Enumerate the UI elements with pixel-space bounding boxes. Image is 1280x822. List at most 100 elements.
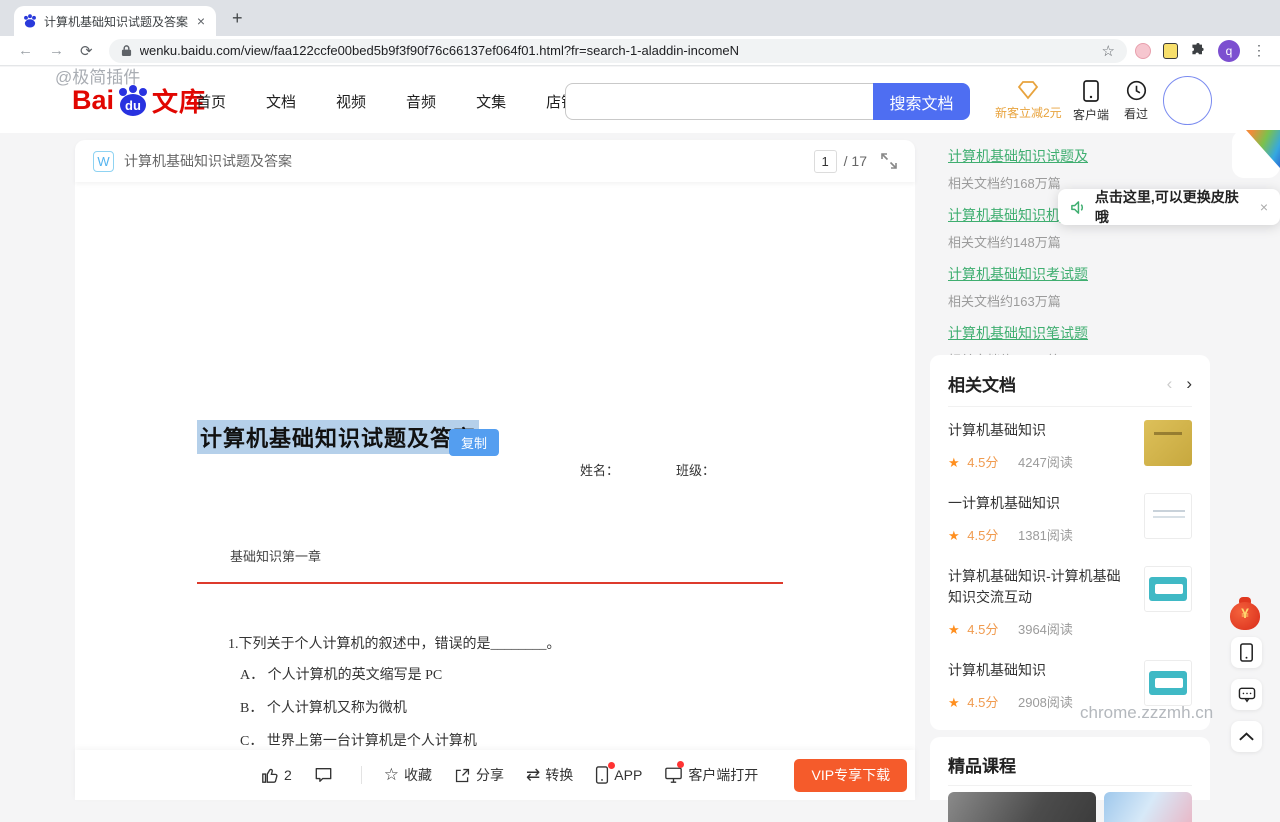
speaker-icon	[1070, 200, 1087, 215]
red-rule	[197, 582, 783, 584]
viewed-history[interactable]: 看过	[1124, 80, 1148, 122]
chrome-store-watermark: chrome.zzzmh.cn	[1080, 703, 1213, 723]
rating-star-icon: ★	[948, 528, 960, 543]
client-download[interactable]: 客户端	[1073, 80, 1109, 123]
tab-close-icon[interactable]: ×	[194, 13, 208, 29]
rating-star-icon: ★	[948, 695, 960, 710]
bookmark-star-icon[interactable]: ☆	[1102, 42, 1115, 60]
back-to-top-button[interactable]	[1231, 721, 1262, 752]
nav-docs[interactable]: 文档	[266, 91, 296, 112]
url-field[interactable]: wenku.baidu.com/view/faa122ccfe00bed5b9f…	[109, 39, 1127, 63]
chapter-heading: 基础知识第一章	[230, 546, 321, 565]
back-icon[interactable]: ←	[18, 42, 33, 59]
skin-tooltip-text: 点击这里,可以更换皮肤哦	[1095, 187, 1252, 227]
share-button[interactable]: 分享	[454, 765, 504, 785]
new-user-promo[interactable]: 新客立减2元	[995, 80, 1062, 121]
page-number-input[interactable]: 1	[814, 150, 837, 173]
favorite-button[interactable]: ☆ 收藏	[384, 765, 432, 785]
word-doc-icon: W	[93, 151, 114, 172]
search-suggestions: 计算机基础知识试题及 相关文档约168万篇 计算机基础知识机j 相关文档约148…	[948, 146, 1198, 382]
toolbar-divider	[361, 766, 362, 784]
suggestion-link[interactable]: 计算机基础知识考试题	[948, 264, 1088, 284]
doc-thumbnail	[1144, 660, 1192, 706]
search-input[interactable]	[565, 83, 873, 120]
like-button[interactable]: 2	[261, 766, 292, 784]
open-in-client-button[interactable]: 客户端打开	[664, 765, 758, 785]
browser-tab[interactable]: 计算机基础知识试题及答案 - 百 ×	[14, 6, 216, 36]
tooltip-close-icon[interactable]: ×	[1260, 199, 1268, 215]
chat-bubble-icon	[1238, 687, 1256, 703]
rail-phone-icon	[1239, 643, 1254, 662]
baidu-paw-icon: du	[115, 84, 151, 118]
doc-thumbnail	[1144, 566, 1192, 612]
monitor-icon	[664, 766, 683, 784]
main-nav: 首页 文档 视频 音频 文集 店铺	[196, 91, 576, 112]
convert-icon: ⇄	[526, 765, 540, 785]
plugin-watermark: @极简插件	[55, 63, 140, 88]
search-button[interactable]: 搜索文档	[873, 83, 970, 120]
site-header: @极简插件 Bai du 文库 首页 文档 视频 音频 文集 店铺 搜索文档 新…	[0, 67, 1280, 133]
rating-star-icon: ★	[948, 455, 960, 470]
suggestion-link[interactable]: 计算机基础知识机j	[948, 205, 1063, 225]
forward-icon[interactable]: →	[49, 42, 64, 59]
browser-tab-bar: 计算机基础知识试题及答案 - 百 × +	[0, 0, 1280, 36]
option-a: A． 个人计算机的英文缩写是 PC	[240, 664, 442, 684]
related-doc-item[interactable]: 一计算机基础知识 ★ 4.5分 1381阅读	[930, 480, 1210, 553]
reload-icon[interactable]: ⟳	[80, 42, 93, 60]
suggestion-count: 相关文档约163万篇	[948, 291, 1198, 310]
course-thumbnail[interactable]	[948, 792, 1096, 822]
suggestion-item: 计算机基础知识考试题 相关文档约163万篇	[948, 264, 1198, 310]
premium-courses-title: 精品课程	[948, 752, 1192, 777]
name-label: 姓名：	[580, 460, 619, 479]
viewer-doc-title: 计算机基础知识试题及答案	[124, 151, 814, 171]
convert-button[interactable]: ⇄ 转换	[526, 765, 573, 785]
nav-video[interactable]: 视频	[336, 91, 366, 112]
viewer-toolbar: W 计算机基础知识试题及答案 1 / 17	[75, 140, 915, 182]
lock-icon	[121, 44, 132, 57]
suggestion-link[interactable]: 计算机基础知识试题及	[948, 146, 1088, 166]
extensions-puzzle-icon[interactable]	[1190, 43, 1206, 59]
class-label: 班级：	[676, 460, 715, 479]
browser-menu-icon[interactable]: ⋮	[1252, 42, 1266, 59]
next-arrow-icon[interactable]: ›	[1186, 374, 1192, 394]
comment-button[interactable]	[314, 766, 333, 784]
nav-audio[interactable]: 音频	[406, 91, 436, 112]
extension-icon[interactable]	[1135, 43, 1151, 59]
user-avatar[interactable]	[1163, 76, 1212, 125]
comment-icon	[314, 766, 333, 784]
mobile-view-button[interactable]	[1231, 637, 1262, 668]
star-icon: ☆	[384, 765, 399, 785]
page-total: / 17	[844, 153, 867, 169]
option-c: C． 世界上第一台计算机是个人计算机	[240, 730, 477, 750]
red-packet-icon[interactable]: ¥	[1227, 596, 1263, 632]
feedback-button[interactable]	[1231, 679, 1262, 710]
profile-avatar[interactable]: q	[1218, 40, 1240, 62]
document-viewer: W 计算机基础知识试题及答案 1 / 17 计算机基础知识试题及答案 复制 姓名…	[75, 140, 915, 800]
notes-extension-icon[interactable]	[1163, 43, 1178, 59]
premium-courses-card: 精品课程	[930, 737, 1210, 800]
related-docs-card: 相关文档 ‹ › 计算机基础知识 ★ 4.5分 4247阅读 一计算机基础知识 …	[930, 355, 1210, 730]
related-doc-item[interactable]: 计算机基础知识 ★ 4.5分 4247阅读	[930, 407, 1210, 480]
chevron-up-icon	[1238, 731, 1255, 742]
nav-collection[interactable]: 文集	[476, 91, 506, 112]
share-icon	[454, 767, 471, 784]
vip-download-button[interactable]: VIP专享下载	[794, 759, 907, 792]
doc-content-title: 计算机基础知识试题及答案	[197, 420, 479, 454]
clock-icon	[1126, 80, 1147, 101]
copy-button[interactable]: 复制	[449, 429, 499, 456]
browser-address-bar: ← → ⟳ wenku.baidu.com/view/faa122ccfe00b…	[0, 36, 1280, 66]
nav-home[interactable]: 首页	[196, 91, 226, 112]
logo-bai: Bai	[72, 85, 114, 116]
tab-title: 计算机基础知识试题及答案 - 百	[44, 13, 188, 30]
app-phone-icon	[595, 766, 609, 784]
course-thumbnail[interactable]	[1104, 792, 1192, 822]
skin-tooltip: 点击这里,可以更换皮肤哦 ×	[1058, 189, 1280, 225]
thumbs-up-icon	[261, 766, 279, 784]
prev-arrow-icon[interactable]: ‹	[1167, 374, 1173, 394]
fullscreen-icon[interactable]	[881, 153, 897, 169]
suggestion-link[interactable]: 计算机基础知识笔试题	[948, 323, 1088, 343]
related-doc-item[interactable]: 计算机基础知识-计算机基础知识交流互动 ★ 4.5分 3964阅读	[930, 553, 1210, 647]
app-button[interactable]: APP	[595, 766, 642, 784]
new-tab-button[interactable]: +	[232, 8, 243, 28]
suggestion-item: 计算机基础知识试题及 相关文档约168万篇	[948, 146, 1198, 192]
